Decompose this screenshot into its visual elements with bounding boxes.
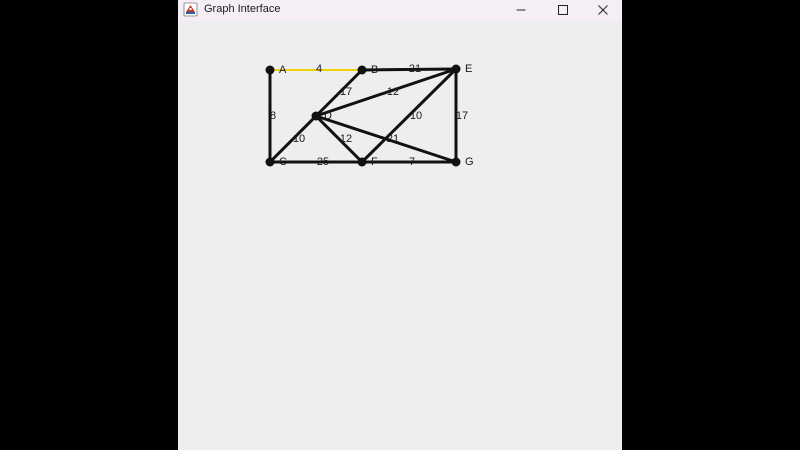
node-B[interactable] xyxy=(357,65,367,75)
edge-weight-D-E: 12 xyxy=(387,86,399,98)
edge-weight-F-G: 7 xyxy=(409,156,415,168)
node-E[interactable] xyxy=(451,64,461,74)
edge-weight-C-F: 25 xyxy=(317,156,329,168)
edge-weight-A-B: 4 xyxy=(316,63,322,75)
app-window: Graph Interface 4 21 8 17 12 10 17 10 12 21 25 7 A B… xyxy=(178,0,622,450)
close-icon xyxy=(598,5,608,15)
node-label-G: G xyxy=(465,156,474,168)
edge-weight-D-G: 21 xyxy=(387,133,399,145)
node-D[interactable] xyxy=(311,111,321,121)
minimize-icon xyxy=(516,9,526,11)
node-label-D: D xyxy=(324,110,332,122)
window-title: Graph Interface xyxy=(204,3,281,15)
edge-weight-B-E: 21 xyxy=(409,63,421,75)
node-label-B: B xyxy=(371,64,378,76)
graph-drawing: 4 21 8 17 12 10 17 10 12 21 25 7 A B C D E F G xyxy=(265,63,474,168)
edge-weight-B-D: 17 xyxy=(340,86,352,98)
edge-weight-D-F: 12 xyxy=(340,133,352,145)
edge-weight-A-C: 8 xyxy=(270,110,276,122)
close-button[interactable] xyxy=(584,0,622,20)
maximize-button[interactable] xyxy=(542,0,584,20)
node-F[interactable] xyxy=(357,157,367,167)
nodes-layer xyxy=(265,64,461,167)
node-A[interactable] xyxy=(265,65,275,75)
node-label-E: E xyxy=(465,63,472,75)
edge-weights-layer: 4 21 8 17 12 10 17 10 12 21 25 7 xyxy=(270,63,468,168)
edge-weight-C-D: 10 xyxy=(293,133,305,145)
title-bar[interactable]: Graph Interface xyxy=(178,0,622,21)
graph-canvas[interactable]: 4 21 8 17 12 10 17 10 12 21 25 7 A B C D E F G xyxy=(178,21,622,450)
node-C[interactable] xyxy=(265,157,275,167)
minimize-button[interactable] xyxy=(500,0,542,20)
edge-weight-E-F: 10 xyxy=(410,110,422,122)
maximize-icon xyxy=(558,5,568,15)
java-cup-icon xyxy=(183,2,198,17)
node-label-A: A xyxy=(279,64,287,76)
edges-layer xyxy=(268,67,458,164)
node-G[interactable] xyxy=(451,157,461,167)
edge-weight-E-G: 17 xyxy=(456,110,468,122)
node-label-F: F xyxy=(371,156,378,168)
node-label-C: C xyxy=(279,156,287,168)
